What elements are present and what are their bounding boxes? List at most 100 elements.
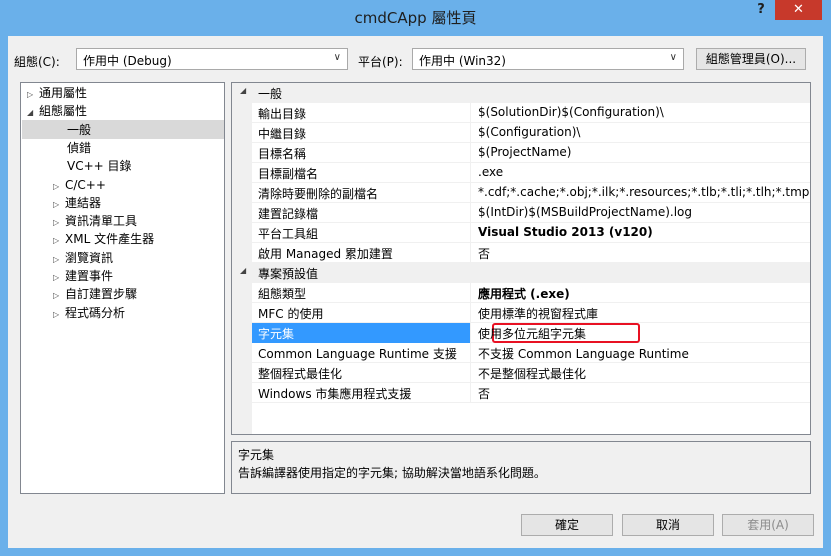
collapse-arrow-icon[interactable]: ◢ [240, 266, 246, 275]
expand-arrow-icon[interactable]: ▷ [53, 268, 65, 287]
chevron-down-icon: ∨ [669, 52, 677, 63]
tree-item[interactable]: ◢ 組態屬性 [27, 102, 87, 121]
property-value[interactable]: 使用多位元組字元集 [478, 325, 586, 342]
property-value: $(Configuration)\ [478, 125, 581, 139]
tree-item-label: 偵錯 [67, 140, 92, 155]
category-general[interactable]: ◢ 一般 [232, 83, 810, 103]
column-separator [470, 383, 471, 403]
property-row[interactable]: 目標副檔名 .exe [252, 163, 810, 183]
property-value: 否 [478, 247, 491, 261]
column-separator [470, 323, 471, 343]
tree-item[interactable]: 偵錯 [67, 139, 91, 158]
property-value: 否 [478, 387, 491, 401]
expand-arrow-icon[interactable]: ▷ [53, 231, 65, 250]
help-button[interactable]: ? [748, 0, 774, 20]
column-separator [470, 103, 471, 123]
tree-selection-highlight [22, 120, 224, 139]
property-name: Common Language Runtime 支援 [258, 347, 457, 361]
column-separator [470, 303, 471, 323]
property-value: 應用程式 (.exe) [478, 287, 570, 301]
property-tree[interactable]: ▷ 通用屬性 ◢ 組態屬性 一般 偵錯 VC++ 目錄 ▷ C/C++ ▷ 連結器 ▷ 資訊清單工具 ▷ X… [20, 82, 225, 494]
window-title: cmdCApp 屬性頁 [354, 9, 477, 27]
property-name: 目標副檔名 [258, 167, 319, 181]
tree-item-label: 一般 [67, 122, 92, 137]
chevron-down-icon: ∨ [333, 52, 341, 63]
expand-arrow-icon[interactable]: ▷ [53, 305, 65, 324]
expand-arrow-icon[interactable]: ▷ [53, 250, 65, 269]
tree-item[interactable]: ▷ 通用屬性 [27, 84, 87, 103]
tree-item[interactable]: ▷ 程式碼分析 [53, 304, 125, 323]
column-separator [470, 343, 471, 363]
property-row[interactable]: 啟用 Managed 累加建置 否 [252, 243, 810, 263]
property-row[interactable]: 輸出目錄 $(SolutionDir)$(Configuration)\ [252, 103, 810, 123]
property-row[interactable]: Windows 市集應用程式支援 否 [252, 383, 810, 403]
platform-value: 作用中 (Win32) [419, 54, 506, 68]
property-row[interactable]: 平台工具組 Visual Studio 2013 (v120) [252, 223, 810, 243]
configuration-value: 作用中 (Debug) [83, 54, 172, 68]
column-separator [470, 363, 471, 383]
category-defaults[interactable]: ◢ 專案預設值 [232, 263, 810, 283]
cancel-button[interactable]: 取消 [622, 514, 714, 536]
tree-item[interactable]: ▷ 瀏覽資訊 [53, 249, 113, 268]
expand-arrow-icon[interactable]: ▷ [53, 195, 65, 214]
tree-item-label: C/C++ [65, 177, 106, 192]
tree-item-label: VC++ 目錄 [67, 159, 132, 174]
tree-item[interactable]: ▷ 資訊清單工具 [53, 212, 137, 231]
property-name: 輸出目錄 [258, 107, 307, 121]
property-value: $(ProjectName) [478, 145, 572, 159]
grid-gutter [232, 83, 252, 434]
tree-item[interactable]: ▷ 建置事件 [53, 267, 113, 286]
property-row[interactable]: 目標名稱 $(ProjectName) [252, 143, 810, 163]
tree-item[interactable]: ▷ XML 文件產生器 [53, 230, 154, 249]
expand-arrow-icon[interactable]: ▷ [53, 286, 65, 305]
tree-item[interactable]: 一般 [67, 121, 91, 140]
property-value: 不是整個程式最佳化 [478, 367, 587, 381]
property-name: 目標名稱 [258, 147, 307, 161]
platform-combo[interactable]: 作用中 (Win32) ∨ [412, 48, 684, 70]
property-value: 不支援 Common Language Runtime [478, 347, 689, 361]
tree-item[interactable]: ▷ 連結器 [53, 194, 101, 213]
property-value: *.cdf;*.cache;*.obj;*.ilk;*.resources;*.… [478, 185, 811, 199]
property-row[interactable]: 整個程式最佳化 不是整個程式最佳化 [252, 363, 810, 383]
expand-arrow-icon[interactable]: ▷ [53, 177, 65, 196]
column-separator [470, 143, 471, 163]
tree-item-label: 自訂建置步驟 [65, 287, 138, 302]
property-name: 建置記錄檔 [258, 207, 319, 221]
platform-label: 平台(P): [358, 55, 403, 69]
collapse-arrow-icon[interactable]: ◢ [240, 86, 246, 95]
description-panel: 字元集 告訴編譯器使用指定的字元集; 協助解決當地語系化問題。 [231, 441, 811, 494]
property-row[interactable]: 中繼目錄 $(Configuration)\ [252, 123, 810, 143]
close-button[interactable]: ✕ [775, 0, 822, 20]
property-row[interactable]: MFC 的使用 使用標準的視窗程式庫 [252, 303, 810, 323]
column-separator [470, 163, 471, 183]
configuration-manager-button[interactable]: 組態管理員(O)... [696, 48, 806, 70]
tree-item-label: 建置事件 [65, 269, 114, 283]
expand-arrow-icon[interactable]: ▷ [53, 213, 65, 232]
category-title: 專案預設值 [258, 267, 319, 281]
tree-item-label: 通用屬性 [39, 86, 88, 100]
tree-item-label: 組態屬性 [39, 104, 88, 119]
property-row[interactable]: Common Language Runtime 支援 不支援 Common Lan… [252, 343, 810, 363]
property-name: 字元集 [258, 327, 295, 341]
property-value: $(IntDir)$(MSBuildProjectName).log [478, 205, 693, 219]
configuration-combo[interactable]: 作用中 (Debug) ∨ [76, 48, 348, 70]
dialog-client: 組態(C): 作用中 (Debug) ∨ 平台(P): 作用中 (Win32) … [8, 36, 823, 548]
tree-item[interactable]: VC++ 目錄 [67, 157, 132, 176]
property-value: $(SolutionDir)$(Configuration)\ [478, 105, 664, 119]
tree-item-label: 瀏覽資訊 [65, 250, 114, 265]
property-name: 整個程式最佳化 [258, 367, 343, 381]
property-row[interactable]: 組態類型 應用程式 (.exe) [252, 283, 810, 303]
property-value: Visual Studio 2013 (v120) [478, 225, 653, 239]
button-bar: 確定 取消 套用(A) [8, 506, 823, 548]
property-row[interactable]: 建置記錄檔 $(IntDir)$(MSBuildProjectName).log [252, 203, 810, 223]
expand-arrow-icon[interactable]: ▷ [27, 85, 39, 104]
apply-button[interactable]: 套用(A) [722, 514, 814, 536]
property-grid[interactable]: ◢ 一般輸出目錄 $(SolutionDir)$(Configuration)\ 中繼… [231, 82, 811, 435]
ok-button[interactable]: 確定 [521, 514, 613, 536]
tree-item[interactable]: ▷ 自訂建置步驟 [53, 285, 137, 304]
column-separator [470, 283, 471, 303]
property-row[interactable]: 清除時要刪除的副檔名 *.cdf;*.cache;*.obj;*.ilk;*.re… [252, 183, 810, 203]
tree-item[interactable]: ▷ C/C++ [53, 176, 106, 195]
property-row[interactable]: 字元集∨使用多位元組字元集 [252, 323, 810, 343]
collapse-arrow-icon[interactable]: ◢ [27, 103, 39, 122]
